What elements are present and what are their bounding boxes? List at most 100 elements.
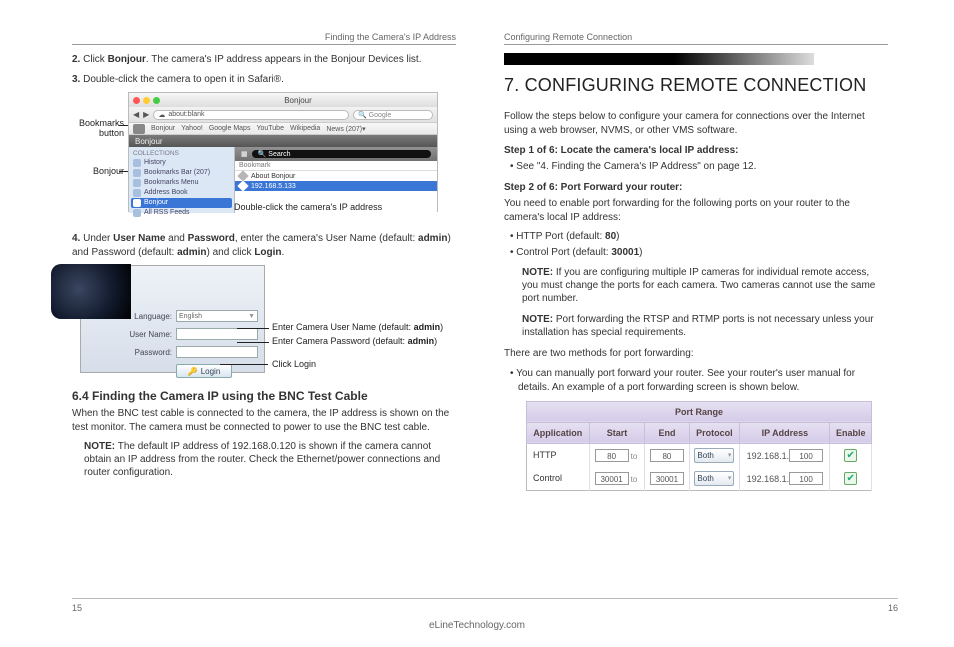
chevron-down-icon: ▾	[728, 474, 732, 482]
section-gradient-bar	[504, 53, 814, 65]
rss-icon	[133, 209, 141, 217]
grid-icon: ▦	[241, 150, 248, 158]
nav-back-icon: ◀	[133, 110, 139, 119]
pf-col-ip: IP Address	[740, 422, 830, 443]
page-number-left: 15	[72, 603, 82, 613]
page-number-right: 16	[888, 603, 898, 613]
bm-item: Wikipedia	[290, 125, 320, 132]
pf-proto-select: Both▾	[694, 448, 734, 463]
address-text: about:blank	[168, 111, 204, 118]
pf-enable-checkbox: ✔	[844, 449, 857, 462]
pf-title: Port Range	[527, 401, 872, 422]
chevron-down-icon: ▼	[248, 313, 255, 320]
bullet-http-port: HTTP Port (default: 80)	[518, 230, 888, 244]
safari-titlebar: Bonjour	[129, 93, 437, 107]
device-item-selected: 192.168.5.133	[235, 181, 437, 191]
login-button: 🔑 Login	[176, 364, 232, 378]
username-input	[176, 328, 258, 340]
pf-col-end: End	[645, 422, 689, 443]
sidebar-item-bmbar: Bookmarks Bar (207)	[131, 168, 232, 178]
footer-rule	[72, 598, 898, 599]
step-1-heading: Step 1 of 6: Locate the camera's local I…	[504, 145, 888, 156]
bm-item: YouTube	[256, 125, 284, 132]
column-header: Bookmark	[235, 161, 437, 171]
page-header-left: Finding the Camera's IP Address	[72, 32, 456, 45]
bm-item: Google Maps	[209, 125, 251, 132]
language-label: Language:	[126, 312, 172, 321]
pf-row-control: Control 30001to 30001 Both▾ 192.168.1.10…	[527, 467, 872, 491]
camera-graphic	[51, 264, 131, 319]
bonjour-device-icon	[237, 180, 248, 191]
pf-end-input: 80	[650, 449, 684, 462]
pf-col-app: Application	[527, 422, 590, 443]
section-6-4-heading: 6.4 Finding the Camera IP using the BNC …	[72, 389, 456, 403]
pf-ip-input: 100	[789, 472, 823, 485]
password-input	[176, 346, 258, 358]
zoom-icon	[153, 97, 160, 104]
sidebar-item-rss: All RSS Feeds	[131, 208, 232, 218]
port-forwarding-table: Port Range Application Start End Protoco…	[526, 401, 872, 491]
pf-ip-prefix: 192.168.1.	[747, 451, 790, 461]
history-icon	[133, 159, 141, 167]
window-title: Bonjour	[163, 96, 433, 105]
collections-sidebar: COLLECTIONS History Bookmarks Bar (207) …	[129, 147, 235, 213]
footer-site: eLineTechnology.com	[0, 620, 954, 631]
device-item: About Bonjour	[235, 171, 437, 181]
pf-proto-select: Both▾	[694, 471, 734, 486]
pf-start-input: 80	[595, 449, 629, 462]
pf-ip-input: 100	[789, 449, 823, 462]
bm-item: News (207)▾	[326, 125, 365, 133]
page-right: Configuring Remote Connection 7. CONFIGU…	[504, 32, 888, 491]
pf-app: HTTP	[527, 443, 590, 467]
label-bonjour: Bonjour	[64, 166, 124, 176]
pf-col-enable: Enable	[830, 422, 872, 443]
pf-col-proto: Protocol	[689, 422, 740, 443]
pf-start-input: 30001	[595, 472, 629, 485]
label-bookmarks-button: Bookmarks button	[64, 118, 124, 138]
step-2-heading: Step 2 of 6: Port Forward your router:	[504, 182, 888, 193]
method-manual: You can manually port forward your route…	[518, 367, 888, 395]
step-3: 3. Double-click the camera to open it in…	[72, 73, 456, 87]
search-field: 🔍 Google	[353, 110, 433, 120]
book-icon	[133, 189, 141, 197]
page-header-right: Configuring Remote Connection	[504, 32, 888, 45]
bookmarks-button-icon	[133, 124, 145, 134]
step-2: 2. Click Bonjour. The camera's IP addres…	[72, 53, 456, 67]
sidebar-item-bmmenu: Bookmarks Menu	[131, 178, 232, 188]
hint-login-button: Click Login	[272, 359, 452, 369]
note-multiple-cameras: NOTE: If you are configuring multiple IP…	[522, 266, 888, 305]
sidebar-item-address: Address Book	[131, 188, 232, 198]
pf-app: Control	[527, 467, 590, 491]
bullet-control-port: Control Port (default: 30001)	[518, 246, 888, 260]
login-screenshot: Language: English▼ User Name: Password: …	[72, 265, 456, 377]
row-password: Password:	[126, 346, 258, 358]
page-left: Finding the Camera's IP Address 2. Click…	[72, 32, 456, 491]
bookmarks-bar: Bonjour Yahoo! Google Maps YouTube Wikip…	[129, 123, 437, 135]
section-6-4-para: When the BNC test cable is connected to …	[72, 407, 456, 434]
safari-window: Bonjour ◀ ▶ ☁ about:blank 🔍 Google Bonjo…	[128, 92, 438, 212]
devices-search: 🔍 Search	[252, 150, 431, 158]
row-language: Language: English▼	[126, 310, 258, 322]
pf-row-http: HTTP 80to 80 Both▾ 192.168.1.100 ✔	[527, 443, 872, 467]
pf-end-input: 30001	[650, 472, 684, 485]
bonjour-icon	[133, 199, 141, 207]
site-icon: ☁	[158, 111, 165, 119]
address-bar: ☁ about:blank	[153, 110, 349, 120]
nav-fwd-icon: ▶	[143, 110, 149, 119]
step-2-para: You need to enable port forwarding for t…	[504, 197, 888, 224]
language-select: English▼	[176, 310, 258, 322]
step-1-bullet: See "4. Finding the Camera's IP Address"…	[518, 160, 888, 174]
chevron-down-icon: ▾	[728, 451, 732, 459]
login-panel: Language: English▼ User Name: Password: …	[80, 265, 265, 373]
hint-password: Enter Camera Password (default: admin)	[272, 336, 452, 346]
pf-enable-checkbox: ✔	[844, 472, 857, 485]
sidebar-header: COLLECTIONS	[133, 150, 232, 157]
hint-username: Enter Camera User Name (default: admin)	[272, 322, 452, 332]
folder-icon	[133, 169, 141, 177]
label-double-click: Double-click the camera's IP address	[234, 202, 434, 212]
bm-item: Bonjour	[151, 125, 175, 132]
pf-ip-prefix: 192.168.1.	[747, 474, 790, 484]
password-label: Password:	[126, 348, 172, 357]
safari-toolbar: ◀ ▶ ☁ about:blank 🔍 Google	[129, 107, 437, 123]
bm-item: Yahoo!	[181, 125, 203, 132]
